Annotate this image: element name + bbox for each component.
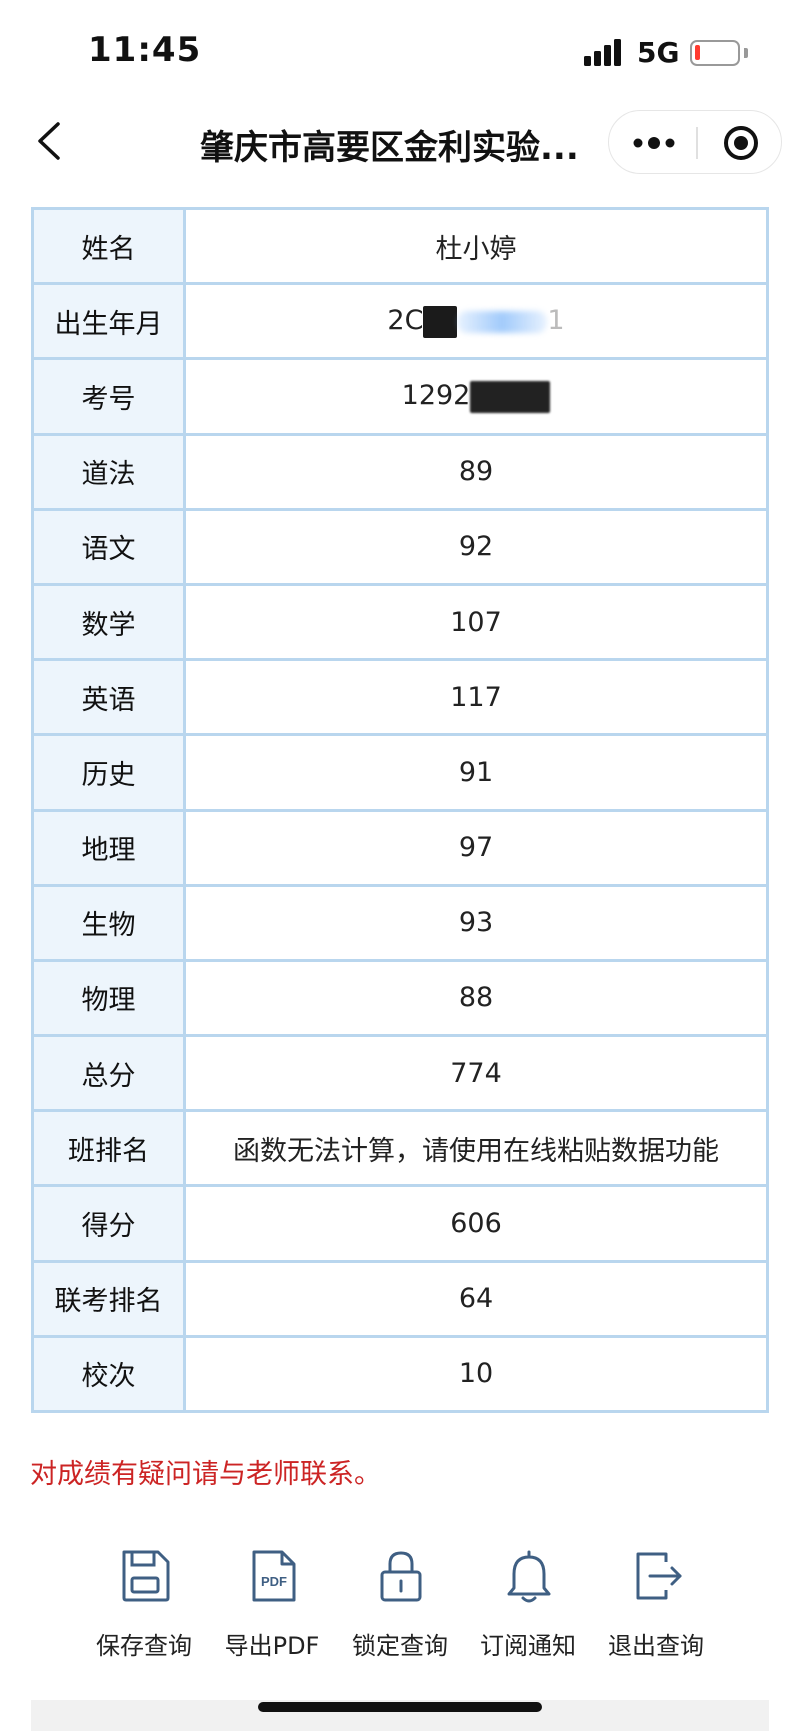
tool-label: 锁定查询 xyxy=(352,1632,448,1660)
bell-icon xyxy=(507,1550,551,1603)
status-bar: 11:45 5G xyxy=(0,0,800,100)
close-button[interactable] xyxy=(713,123,769,163)
table-row: 语文 92 xyxy=(31,507,769,586)
exam-number-prefix: 1292 xyxy=(401,380,471,412)
row-value: 89 xyxy=(183,432,769,511)
row-value: 774 xyxy=(183,1034,769,1113)
row-label: 总分 xyxy=(31,1034,186,1113)
redaction-mark xyxy=(457,310,548,333)
capsule-divider xyxy=(696,127,698,159)
tool-label: 保存查询 xyxy=(96,1632,192,1660)
lock-icon xyxy=(380,1551,422,1602)
battery-tip xyxy=(744,48,748,58)
pdf-icon: PDF xyxy=(252,1550,296,1602)
birth-value-prefix: 2C xyxy=(387,305,424,337)
page-title: 肇庆市高要区金利实验... xyxy=(200,128,579,168)
row-value: 10 xyxy=(183,1334,769,1414)
row-label: 物理 xyxy=(31,958,186,1038)
row-value: 117 xyxy=(183,658,769,737)
table-row: 姓名 杜小婷 xyxy=(31,206,769,286)
close-miniprogram-icon xyxy=(724,126,758,160)
row-label: 数学 xyxy=(31,582,186,662)
row-label: 英语 xyxy=(31,658,186,737)
exit-icon xyxy=(636,1552,682,1600)
row-label: 语文 xyxy=(31,507,186,586)
row-value: 97 xyxy=(183,808,769,887)
contact-teacher-notice: 对成绩有疑问请与老师联系。 xyxy=(30,1459,381,1490)
lock-query-button[interactable]: 锁定查询 xyxy=(336,1548,464,1668)
redaction-mark xyxy=(423,305,458,338)
more-icon xyxy=(633,137,675,149)
tool-label: 导出PDF xyxy=(224,1632,320,1660)
network-type: 5G xyxy=(637,36,680,69)
subscribe-notify-button[interactable]: 订阅通知 xyxy=(464,1548,592,1668)
svg-text:PDF: PDF xyxy=(261,1574,287,1589)
more-button[interactable] xyxy=(625,123,685,163)
export-pdf-button[interactable]: PDF 导出PDF xyxy=(208,1548,336,1668)
row-value: 92 xyxy=(183,507,769,586)
nav-bar: 肇庆市高要区金利实验... xyxy=(0,100,800,182)
row-label: 生物 xyxy=(31,883,186,962)
row-label: 历史 xyxy=(31,733,186,812)
grades-table: 姓名 杜小婷 出生年月 2C 1 考号 1292 道法 89 语文 92 数学 107 … xyxy=(31,206,769,1414)
row-value: 88 xyxy=(183,958,769,1038)
row-label: 考号 xyxy=(31,357,186,436)
status-time: 11:45 xyxy=(88,30,202,70)
table-row: 考号 1292 xyxy=(31,357,769,436)
redaction-mark xyxy=(470,380,551,413)
row-label: 班排名 xyxy=(31,1109,186,1188)
row-value: 93 xyxy=(183,883,769,962)
home-indicator[interactable] xyxy=(258,1702,542,1712)
table-row: 地理 97 xyxy=(31,808,769,887)
row-value: 64 xyxy=(183,1259,769,1338)
student-name: 杜小婷 xyxy=(435,233,517,265)
tool-label: 退出查询 xyxy=(608,1632,704,1660)
row-value: 606 xyxy=(183,1184,769,1263)
back-button[interactable] xyxy=(28,116,76,166)
tool-label: 订阅通知 xyxy=(480,1632,576,1660)
row-value: 91 xyxy=(183,733,769,812)
row-label: 道法 xyxy=(31,432,186,511)
row-label: 出生年月 xyxy=(31,282,186,361)
table-row: 历史 91 xyxy=(31,733,769,812)
row-label: 校次 xyxy=(31,1334,186,1414)
table-row: 物理 88 xyxy=(31,958,769,1038)
action-toolbar: 保存查询 PDF 导出PDF 锁定查询 订阅通知 退出查询 xyxy=(80,1548,720,1668)
row-value: 1292 xyxy=(183,357,769,436)
table-row: 得分 606 xyxy=(31,1184,769,1263)
back-icon xyxy=(38,122,60,160)
signal-icon xyxy=(584,38,626,66)
row-value: 函数无法计算，请使用在线粘贴数据功能 xyxy=(183,1109,769,1188)
table-row: 数学 107 xyxy=(31,582,769,662)
row-value: 杜小婷 xyxy=(183,206,769,286)
table-row: 英语 117 xyxy=(31,658,769,737)
row-label: 地理 xyxy=(31,808,186,887)
table-row: 总分 774 xyxy=(31,1034,769,1113)
table-row: 出生年月 2C 1 xyxy=(31,282,769,361)
battery-icon xyxy=(690,40,740,66)
table-row: 联考排名 64 xyxy=(31,1259,769,1338)
row-label: 得分 xyxy=(31,1184,186,1263)
row-label: 联考排名 xyxy=(31,1259,186,1338)
save-icon xyxy=(122,1550,170,1602)
row-label: 姓名 xyxy=(31,206,186,286)
row-value: 2C 1 xyxy=(183,282,769,361)
table-row: 生物 93 xyxy=(31,883,769,962)
miniprogram-capsule xyxy=(608,110,782,174)
row-value: 107 xyxy=(183,582,769,662)
table-row: 班排名 函数无法计算，请使用在线粘贴数据功能 xyxy=(31,1109,769,1188)
table-row: 校次 10 xyxy=(31,1334,769,1414)
exit-query-button[interactable]: 退出查询 xyxy=(592,1548,720,1668)
birth-value-suffix: 1 xyxy=(547,305,565,337)
battery-level xyxy=(695,45,700,60)
save-query-button[interactable]: 保存查询 xyxy=(80,1548,208,1668)
table-row: 道法 89 xyxy=(31,432,769,511)
